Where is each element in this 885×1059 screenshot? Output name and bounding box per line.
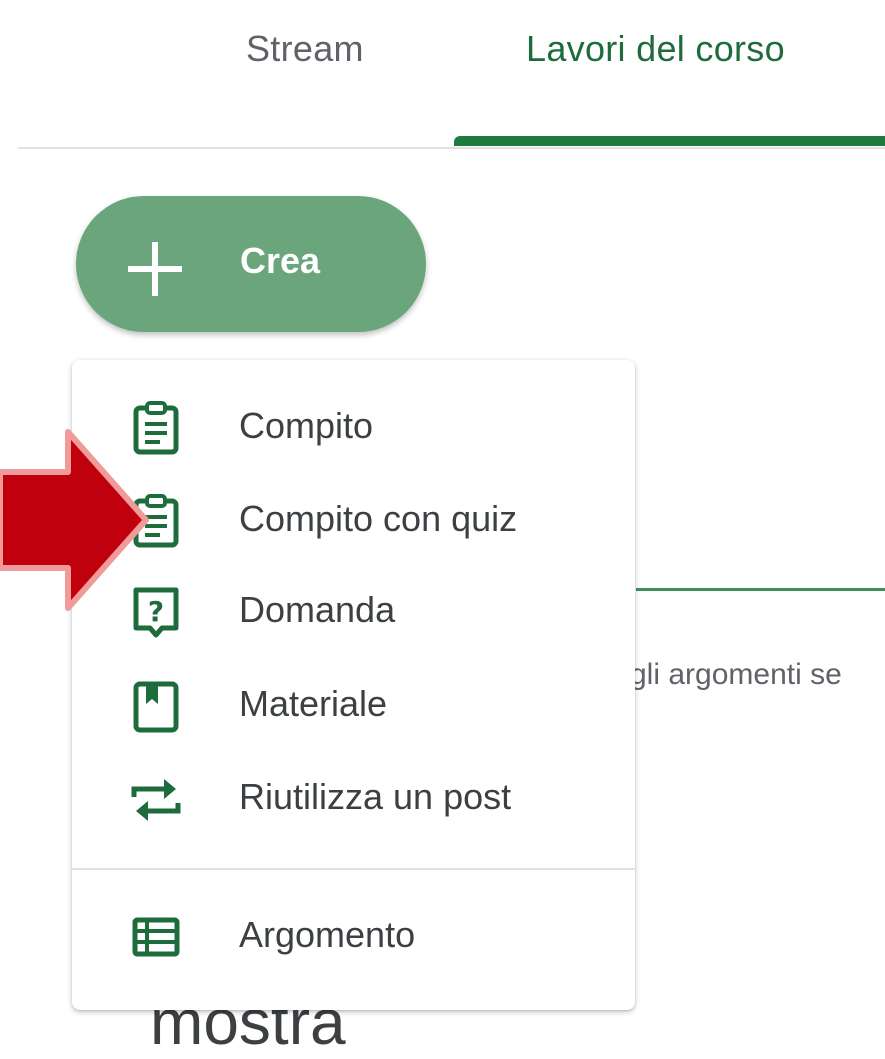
topic-icon: [128, 909, 184, 965]
tab-classwork[interactable]: Lavori del corso: [526, 28, 785, 70]
menu-item-quiz-assignment[interactable]: Compito con quiz: [72, 475, 635, 567]
menu-item-label: Domanda: [239, 589, 396, 630]
background-divider: [636, 588, 885, 591]
annotation-arrow-icon: [0, 428, 150, 612]
menu-divider: [72, 868, 635, 870]
menu-item-assignment[interactable]: Compito: [72, 382, 635, 474]
menu-item-label: Materiale: [239, 683, 388, 724]
menu-item-material[interactable]: Materiale: [72, 660, 635, 752]
menu-item-question[interactable]: ? Domanda: [72, 566, 635, 658]
menu-item-topic[interactable]: Argomento: [72, 891, 635, 983]
menu-item-label: Compito: [239, 405, 374, 446]
tab-divider: [18, 147, 885, 149]
menu-item-label: Riutilizza un post: [239, 776, 512, 817]
svg-text:?: ?: [148, 595, 164, 628]
menu-item-label: Argomento: [239, 914, 416, 955]
material-icon: [128, 678, 184, 734]
create-menu: Compito Compito con quiz ? Domanda Mater…: [72, 360, 635, 1010]
create-button-label: Crea: [240, 240, 321, 281]
tab-stream[interactable]: Stream: [246, 28, 364, 70]
background-hint-text: gli argomenti se: [630, 658, 842, 691]
reuse-post-icon: [128, 771, 184, 827]
tab-bar: Stream Lavori del corso: [0, 0, 885, 150]
active-tab-indicator: [454, 136, 885, 146]
menu-item-reuse-post[interactable]: Riutilizza un post: [72, 753, 635, 845]
plus-icon: [128, 242, 182, 296]
menu-item-label: Compito con quiz: [239, 498, 518, 539]
